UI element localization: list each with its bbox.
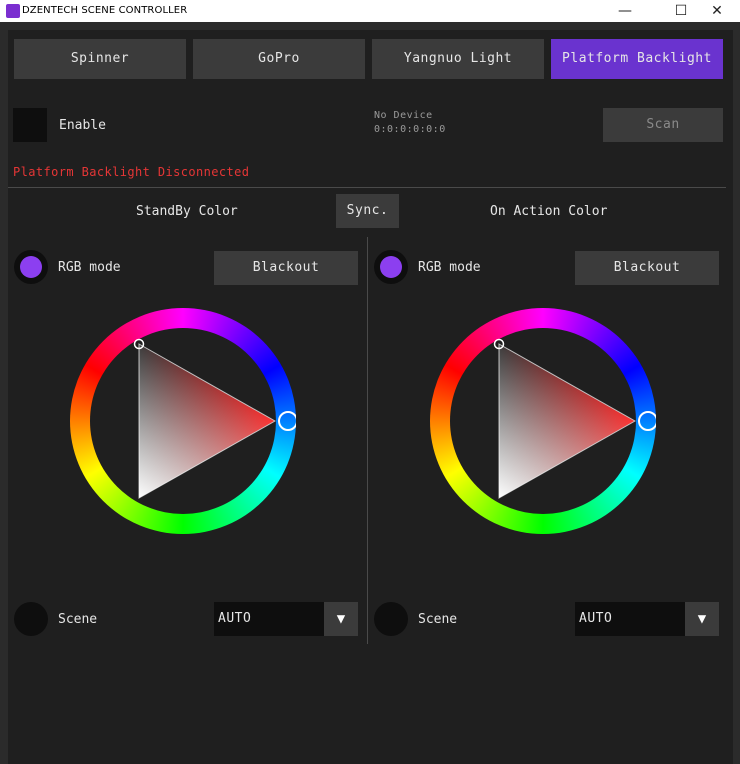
action-scene-label: Scene	[418, 612, 458, 627]
title-bar: DZENTECH SCENE CONTROLLER — ☐ ✕	[0, 0, 740, 22]
device-address: 0:0:0:0:0:0	[374, 124, 446, 135]
tab-spinner[interactable]: Spinner	[14, 39, 186, 79]
minimize-button[interactable]: —	[602, 0, 648, 22]
saturation-value-triangle[interactable]	[430, 308, 656, 534]
standby-scene-value: AUTO	[218, 611, 252, 626]
scan-button[interactable]: Scan	[603, 108, 723, 142]
standby-rgb-mode-label: RGB mode	[58, 260, 121, 275]
standby-scene-radio[interactable]	[14, 602, 48, 636]
tab-gopro[interactable]: GoPro	[193, 39, 365, 79]
connection-status: Platform Backlight Disconnected	[13, 165, 250, 179]
action-rgb-mode-radio[interactable]	[374, 250, 408, 284]
tab-platform-backlight[interactable]: Platform Backlight	[551, 39, 723, 79]
on-action-color-title: On Action Color	[490, 204, 608, 219]
divider-horizontal	[8, 187, 726, 188]
saturation-value-triangle[interactable]	[70, 308, 296, 534]
tab-yangnuo-light[interactable]: Yangnuo Light	[372, 39, 544, 79]
sync-button[interactable]: Sync.	[336, 194, 399, 228]
divider-vertical	[367, 237, 368, 644]
radio-selected-dot	[380, 256, 402, 278]
enable-label: Enable	[59, 118, 106, 133]
hue-handle[interactable]	[638, 411, 656, 431]
standby-color-wheel[interactable]	[70, 308, 296, 534]
radio-selected-dot	[20, 256, 42, 278]
standby-scene-dropdown[interactable]: AUTO ▼	[214, 602, 358, 636]
close-button[interactable]: ✕	[694, 0, 740, 22]
app-logo-icon	[6, 4, 20, 18]
standby-scene-label: Scene	[58, 612, 98, 627]
action-color-wheel[interactable]	[430, 308, 656, 534]
standby-blackout-button[interactable]: Blackout	[214, 251, 358, 285]
action-scene-radio[interactable]	[374, 602, 408, 636]
window-title: DZENTECH SCENE CONTROLLER	[22, 5, 188, 16]
action-rgb-mode-label: RGB mode	[418, 260, 481, 275]
device-name: No Device	[374, 110, 433, 121]
action-scene-dropdown[interactable]: AUTO ▼	[575, 602, 719, 636]
standby-rgb-mode-radio[interactable]	[14, 250, 48, 284]
dropdown-arrow-icon[interactable]: ▼	[685, 602, 719, 636]
enable-checkbox[interactable]	[13, 108, 47, 142]
action-scene-value: AUTO	[579, 611, 613, 626]
standby-color-title: StandBy Color	[136, 204, 238, 219]
hue-handle[interactable]	[278, 411, 296, 431]
action-blackout-button[interactable]: Blackout	[575, 251, 719, 285]
dropdown-arrow-icon[interactable]: ▼	[324, 602, 358, 636]
